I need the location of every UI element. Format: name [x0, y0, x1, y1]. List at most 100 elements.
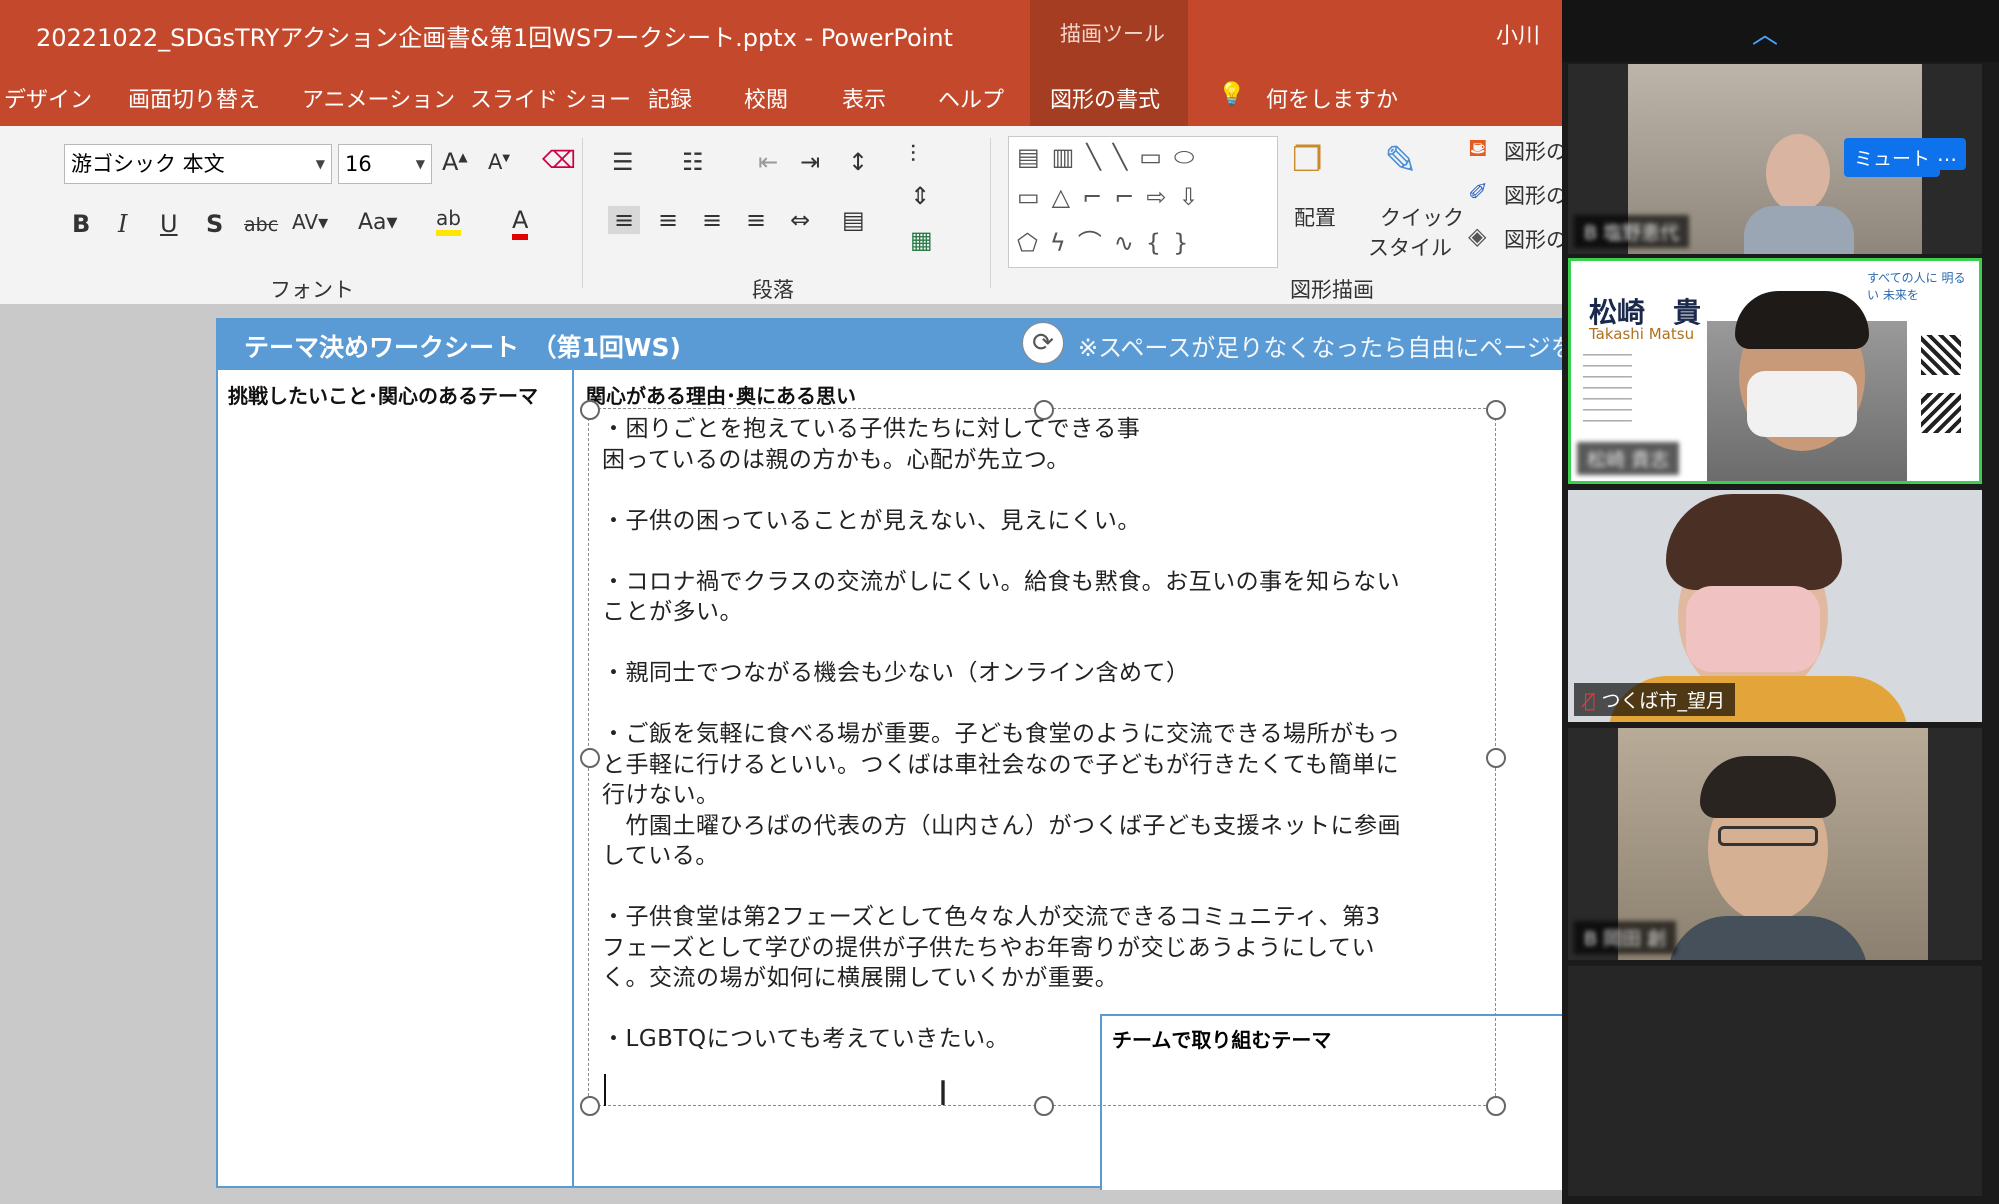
shapes-row-1[interactable]: ▤▥╲╲▭⬭	[1017, 143, 1206, 171]
divider	[582, 138, 583, 288]
font-size-combo[interactable]: 16 ▼	[338, 144, 432, 184]
bullets-icon[interactable]: ☰	[612, 148, 634, 176]
align-text-icon[interactable]: ⇕	[910, 182, 930, 210]
tab-record[interactable]: 記録	[648, 82, 692, 114]
text-direction-icon[interactable]: ⫶	[910, 140, 916, 168]
video-tile-3[interactable]: 🎙̸ つくば市_望月	[1568, 490, 1982, 722]
shapes-gallery[interactable]: ▤▥╲╲▭⬭ ▭△⌐⌐⇨⇩ ⬠ϟ⌒∿{}	[1008, 136, 1278, 268]
resize-handle-right[interactable]	[1486, 748, 1506, 768]
paragraph: ・親同士でつながる機会も少ない（オンライン含めて）	[602, 660, 1190, 686]
chevron-down-icon: ▼	[315, 157, 325, 171]
video-panel: ︿ ミュート … B 塩野恵代 松崎 貴 Takashi Matsu すべての人…	[1562, 0, 1999, 1204]
drawing-group-label: 図形描画	[1290, 278, 1374, 302]
quick-style-icon[interactable]: ✎	[1384, 138, 1418, 184]
participant-body	[1744, 206, 1854, 254]
tab-review[interactable]: 校閲	[744, 82, 788, 114]
resize-handle-bottom-right[interactable]	[1486, 1096, 1506, 1116]
face-mask	[1686, 586, 1820, 672]
participant-name-tag: 🎙̸ つくば市_望月	[1574, 683, 1735, 716]
slide-header-bar: テーマ決めワークシート （第1回WS) ※スペースが足りなくなったら自由にページ…	[216, 318, 1570, 370]
tab-animations[interactable]: アニメーション	[302, 82, 455, 114]
resize-handle-bottom-left[interactable]	[580, 1096, 600, 1116]
participant-name: つくば市_望月	[1601, 690, 1725, 712]
header-note: ※スペースが足りなくなったら自由にページを	[1078, 334, 1570, 362]
justify-icon[interactable]: ≡	[746, 206, 766, 234]
numbering-icon[interactable]: ☷	[682, 148, 704, 176]
paragraph: ・子供の困っていることが見えない、見えにくい。	[602, 507, 1141, 534]
align-right-icon[interactable]: ≡	[702, 206, 722, 234]
shapes-row-2[interactable]: ▭△⌐⌐⇨⇩	[1017, 183, 1211, 211]
participant-hair	[1735, 291, 1869, 349]
character-spacing-icon[interactable]: AV▾	[292, 210, 328, 234]
paragraph: ・ご飯を気軽に食べる場が重要。子ども食堂のように交流できる場所がもっ と手軽に行…	[602, 721, 1401, 869]
table-border-left	[216, 370, 218, 1188]
lightbulb-icon: 💡	[1218, 82, 1246, 107]
resize-handle-bottom[interactable]	[1034, 1096, 1054, 1116]
arrange-icon[interactable]: ❐	[1292, 140, 1322, 180]
align-center-icon[interactable]: ≡	[658, 206, 678, 234]
resize-handle-top-right[interactable]	[1486, 400, 1506, 420]
effects-icon[interactable]: ◈	[1468, 222, 1486, 250]
bold-icon[interactable]: B	[72, 210, 90, 238]
textbox-content[interactable]: ・困りごとを抱えている子供たちに対してできる事 困っているのは親の方かも。心配が…	[602, 414, 1482, 1055]
tell-me-search[interactable]: 何をしますか	[1266, 82, 1398, 114]
resize-handle-top-left[interactable]	[580, 400, 600, 420]
rotate-handle-icon[interactable]: ⟳	[1022, 322, 1064, 364]
arrange-label[interactable]: 配置	[1294, 202, 1336, 232]
background-roman-text: Takashi Matsu	[1589, 325, 1695, 343]
video-tile-4[interactable]: B 岡田 創	[1568, 728, 1982, 960]
resize-handle-left[interactable]	[580, 748, 600, 768]
font-color-icon[interactable]: A	[512, 206, 529, 240]
increase-indent-icon[interactable]: ⇥	[800, 148, 820, 176]
video-tile-1[interactable]: ミュート … B 塩野恵代	[1568, 64, 1982, 254]
slide-editor: テーマ決めワークシート （第1回WS) ※スペースが足りなくなったら自由にページ…	[0, 304, 1570, 1204]
user-name[interactable]: 小川	[1496, 18, 1540, 50]
tab-transitions[interactable]: 画面切り替え	[128, 82, 260, 114]
strikethrough-icon[interactable]: abc	[244, 214, 278, 236]
tab-view[interactable]: 表示	[842, 82, 886, 114]
paragraph: ・子供食堂は第2フェーズとして色々な人が交流できるコミュニティ、第3 フェーズと…	[602, 904, 1381, 991]
mute-button[interactable]: ミュート	[1844, 138, 1941, 177]
paint-bucket-icon[interactable]: ⛾	[1468, 134, 1488, 165]
pen-icon[interactable]: ✐	[1468, 178, 1488, 206]
drawing-tools-header: 描画ツール	[1030, 0, 1188, 68]
slide-canvas[interactable]: テーマ決めワークシート （第1回WS) ※スペースが足りなくなったら自由にページ…	[216, 318, 1570, 1190]
quick-style-label-1[interactable]: クイック	[1380, 202, 1464, 232]
smartart-icon[interactable]: ▦	[910, 226, 933, 254]
drawing-tools-label: 描画ツール	[1060, 22, 1165, 46]
participant-hair	[1666, 494, 1842, 590]
clear-format-icon[interactable]: ⌫	[542, 146, 576, 174]
title-bar: 描画ツール 20221022_SDGsTRYアクション企画書&第1回WSワークシ…	[0, 0, 1570, 68]
shape-fill-label[interactable]: 図形の	[1504, 136, 1567, 166]
line-spacing-icon[interactable]: ↕	[848, 148, 868, 176]
shape-outline-label[interactable]: 図形の	[1504, 180, 1567, 210]
column-divider	[572, 370, 574, 1188]
italic-icon[interactable]: I	[118, 210, 127, 238]
columns-icon[interactable]: ▤	[842, 206, 865, 234]
ibeam-cursor-icon: I	[938, 1074, 949, 1114]
grow-font-icon[interactable]: A▲	[442, 148, 468, 176]
video-tile-2-active-speaker[interactable]: 松崎 貴 Takashi Matsu すべての人に 明るい 未来を ──────…	[1568, 258, 1982, 484]
shadow-icon[interactable]: S	[206, 210, 223, 238]
underline-icon[interactable]: U	[160, 210, 178, 238]
tab-slideshow[interactable]: スライド ショー	[470, 82, 631, 114]
participant-name: B 岡田 創	[1574, 921, 1677, 954]
chevron-up-icon[interactable]: ︿	[1752, 14, 1778, 51]
participant-hair	[1700, 756, 1836, 818]
change-case-icon[interactable]: Aa▾	[358, 210, 398, 235]
quick-style-label-2[interactable]: スタイル	[1368, 232, 1452, 262]
font-name-combo[interactable]: 游ゴシック 本文 ▼	[64, 144, 332, 184]
decrease-indent-icon[interactable]: ⇤	[758, 148, 778, 176]
paragraph: ・コロナ禍でクラスの交流がしにくい。給食も黙食。お互いの事を知らない ことが多い…	[602, 568, 1401, 626]
shrink-font-icon[interactable]: A▼	[488, 150, 510, 174]
shapes-row-3[interactable]: ⬠ϟ⌒∿{}	[1017, 223, 1200, 258]
tab-help[interactable]: ヘルプ	[938, 82, 1004, 114]
tab-design[interactable]: デザイン	[4, 82, 92, 114]
align-left-icon[interactable]: ≡	[608, 206, 641, 234]
tab-shape-format[interactable]: 図形の書式	[1050, 82, 1160, 114]
shape-effects-label[interactable]: 図形の	[1504, 224, 1567, 254]
empty-video-slot	[1568, 966, 1982, 1196]
more-options-button[interactable]: …	[1928, 138, 1966, 170]
highlight-icon[interactable]: ab	[436, 206, 461, 236]
distributed-icon[interactable]: ⇔	[790, 206, 810, 234]
